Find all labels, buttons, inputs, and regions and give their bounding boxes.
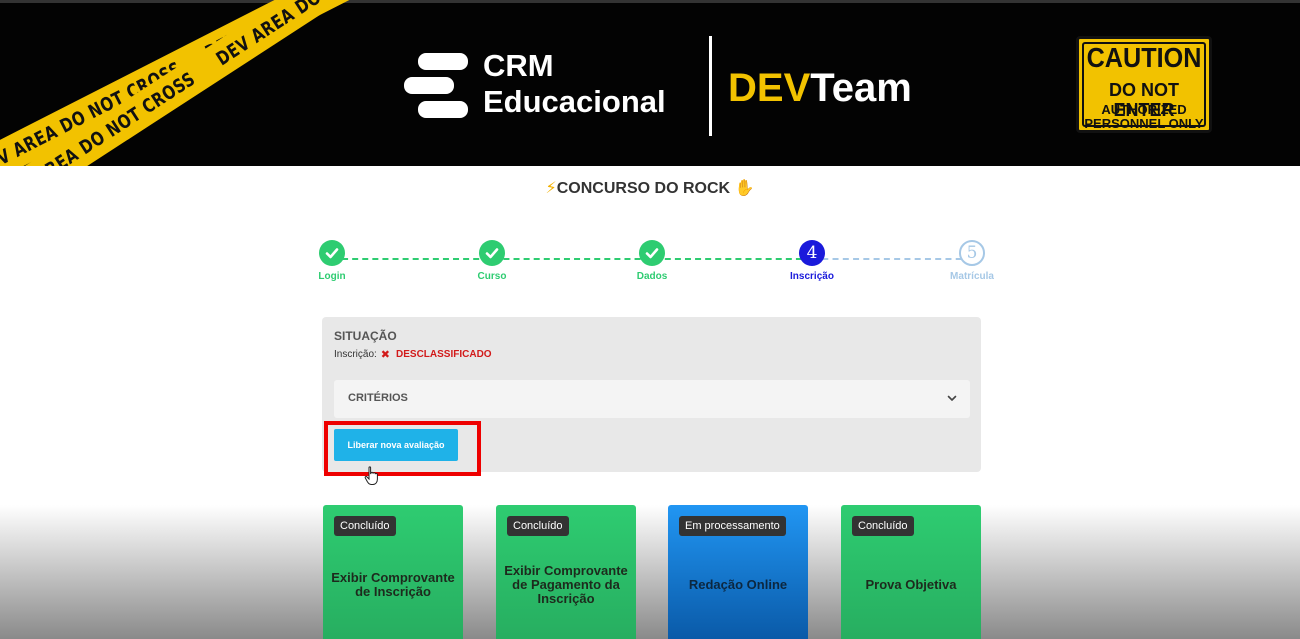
caution-sign-title: CAUTION — [1086, 42, 1202, 73]
close-icon: ✖ — [380, 349, 391, 361]
step-label: Login — [318, 271, 346, 282]
step-label: Dados — [636, 271, 668, 282]
devteam-dev: DEV — [728, 66, 811, 110]
situation-status-line: Inscrição: ✖ DESCLASSIFICADO — [334, 348, 492, 361]
card-comprovante-inscricao[interactable]: Concluído Exibir Comprovante de Inscriçã… — [323, 505, 463, 639]
header-banner: DEV AREA DO NOT CROSS DEV AREA DO NOT CR… — [0, 0, 1300, 166]
step-label: Curso — [477, 271, 507, 282]
rock-hand-icon: ✋ — [734, 180, 755, 197]
caution-sign-line-personnel: PERSONNEL ONLY — [1084, 116, 1204, 131]
criteria-label: CRITÉRIOS — [348, 392, 408, 404]
banner-top-border — [0, 0, 1300, 3]
criteria-accordion[interactable]: CRITÉRIOS — [334, 380, 970, 418]
step-number: 5 — [959, 240, 985, 266]
step-matricula[interactable]: 5 Matrícula — [932, 240, 1012, 282]
page-title-text: CONCURSO DO ROCK — [556, 180, 731, 197]
check-icon — [639, 240, 665, 266]
card-comprovante-pagamento[interactable]: Concluído Exibir Comprovante de Pagament… — [496, 505, 636, 639]
check-icon — [319, 240, 345, 266]
card-title: Redação Online — [688, 577, 788, 592]
card-title: Prova Objetiva — [865, 577, 957, 592]
page-title: ⚡CONCURSO DO ROCK ✋ — [0, 178, 1300, 198]
step-curso[interactable]: Curso — [452, 240, 532, 282]
card-title: Exibir Comprovante de Inscrição — [331, 570, 455, 599]
step-label: Inscrição — [790, 271, 834, 282]
situation-title: SITUAÇÃO — [334, 329, 397, 343]
logo-separator — [709, 36, 712, 136]
devteam-team: Team — [810, 66, 912, 110]
step-login[interactable]: Login — [292, 240, 372, 282]
situation-label: Inscrição: — [334, 349, 377, 360]
devteam-logo: DEVTeam — [728, 66, 912, 110]
crm-logo-icon — [404, 53, 468, 118]
chevron-down-icon — [947, 395, 957, 401]
crm-logo-text: CRM Educacional — [483, 48, 666, 120]
step-dados[interactable]: Dados — [612, 240, 692, 282]
step-label: Matrícula — [950, 271, 994, 282]
card-redacao-online[interactable]: Em processamento Redação Online — [668, 505, 808, 639]
check-icon — [479, 240, 505, 266]
caution-tape-text: DEV AREA DO NOT CROSS — [207, 0, 355, 79]
highlight-box — [324, 421, 481, 476]
status-badge: DESCLASSIFICADO — [396, 349, 492, 360]
stepper-line-done — [332, 258, 812, 260]
step-number: 4 — [799, 240, 825, 266]
card-title: Exibir Comprovante de Pagamento da Inscr… — [504, 563, 628, 606]
hand-cursor-icon — [364, 466, 378, 485]
card-prova-objetiva[interactable]: Concluído Prova Objetiva — [841, 505, 981, 639]
lightning-icon: ⚡ — [545, 180, 557, 197]
step-inscricao[interactable]: 4 Inscrição — [772, 240, 852, 282]
caution-sign-note: AUTHORIZED PERSONNEL ONLY — [1079, 103, 1209, 131]
bottom-fade — [0, 505, 1300, 639]
logo-line-crm: CRM — [483, 48, 554, 83]
logo-line-educacional: Educacional — [483, 84, 666, 119]
caution-sign: CAUTION DO NOT ENTER AUTHORIZED PERSONNE… — [1076, 36, 1212, 133]
progress-stepper: Login Curso Dados 4 Inscrição 5 Matrícul… — [300, 236, 1010, 286]
caution-sign-line-authorized: AUTHORIZED — [1101, 102, 1187, 117]
